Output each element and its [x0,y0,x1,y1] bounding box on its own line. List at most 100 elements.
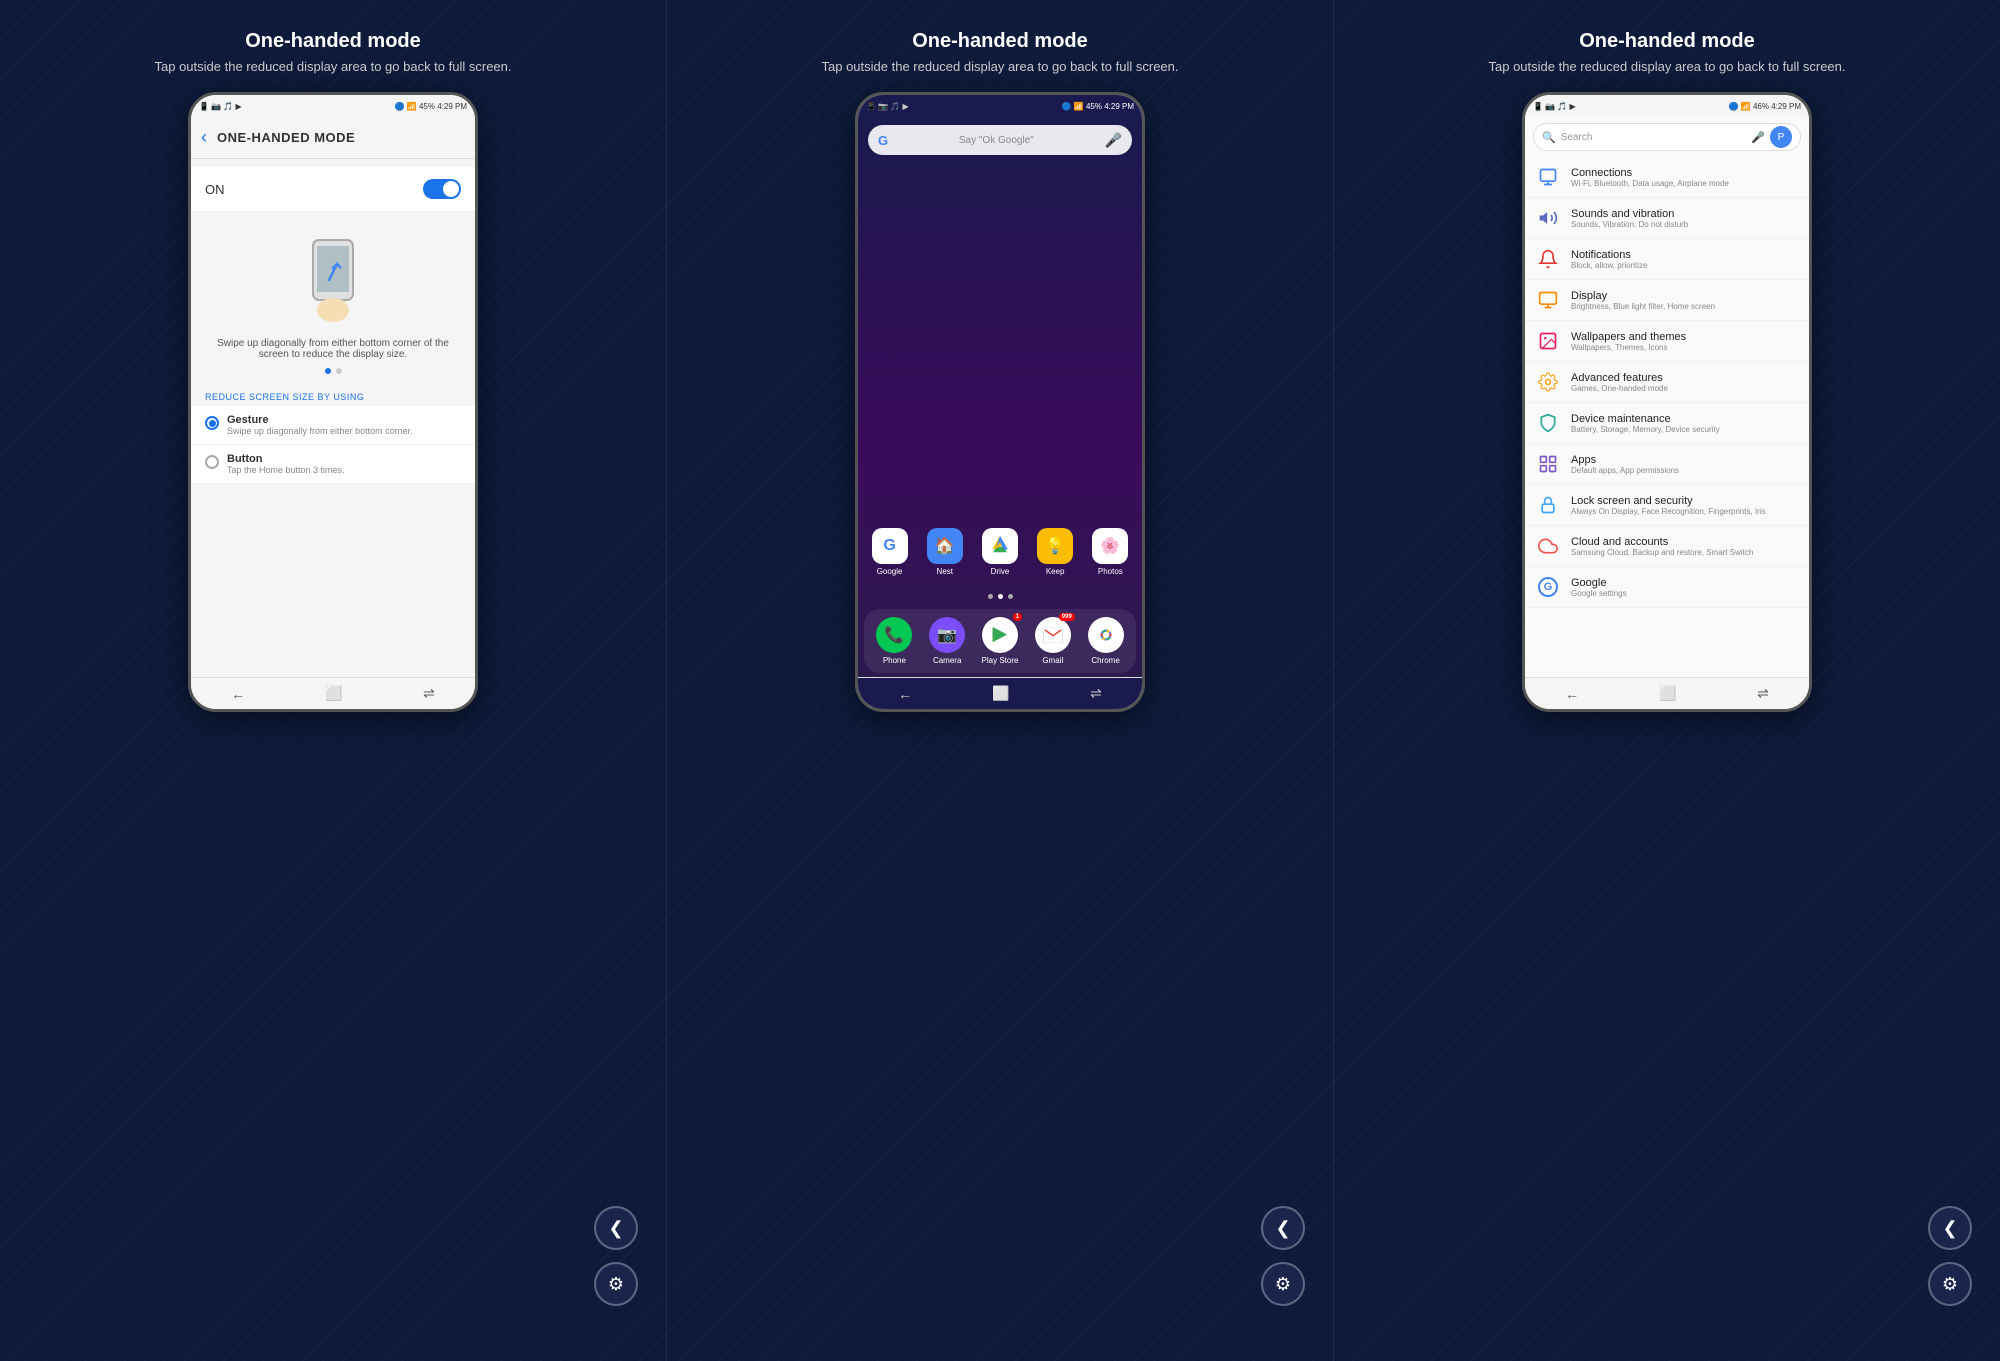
user-avatar[interactable]: P [1770,126,1792,148]
display-icon-wrap [1535,287,1561,313]
float-settings-icon-1: ⚙ [608,1274,624,1295]
gesture-radio-button[interactable] [205,416,219,430]
sounds-icon [1538,208,1558,228]
advanced-sub: Games, One-handed mode [1571,384,1799,393]
nav-bar-1: ← ⬜ ⇌ [191,677,475,709]
status-left-1: 📱 📷 🎵 ▶ [199,102,242,111]
google-settings-title: Google [1571,577,1799,589]
google-app-label: Google [877,567,903,576]
home-app-google[interactable]: G Google [866,528,914,576]
nav-home-1[interactable]: ⬜ [325,685,342,702]
settings-item-google[interactable]: G Google Google settings [1525,567,1809,608]
notifications-icon-wrap [1535,246,1561,272]
nav-recent-1[interactable]: ⇌ [423,685,435,702]
nav-recent-2[interactable]: ⇌ [1090,685,1102,702]
button-radio-item[interactable]: Button Tap the Home button 3 times. [191,445,475,484]
apps-title: Apps [1571,454,1799,466]
dock-app-playstore[interactable]: 1 Play Store [976,617,1024,665]
dock-app-camera[interactable]: 📷 Camera [923,617,971,665]
connections-icon [1538,167,1558,187]
dock-app-phone[interactable]: 📞 Phone [870,617,918,665]
settings-search-bar[interactable]: 🔍 Search 🎤 P [1533,123,1801,151]
panel-3-title: One-handed mode [1579,30,1755,53]
connections-title: Connections [1571,167,1799,179]
google-app-icon: G [872,528,908,564]
nav-home-2[interactable]: ⬜ [992,685,1009,702]
nav-back-3[interactable]: ← [1565,686,1579,702]
settings-item-display[interactable]: Display Brightness, Blue light filter, H… [1525,280,1809,321]
settings-item-lock-screen[interactable]: Lock screen and security Always On Displ… [1525,485,1809,526]
button-radio-button[interactable] [205,455,219,469]
nav-bar-3: ← ⬜ ⇌ [1525,677,1809,709]
keep-app-icon: 💡 [1037,528,1073,564]
apps-text: Apps Default apps, App permissions [1571,454,1799,475]
float-settings-2[interactable]: ⚙ [1261,1262,1305,1306]
google-search-bar[interactable]: G Say "Ok Google" 🎤 [868,125,1132,155]
back-arrow-1[interactable]: ‹ [201,127,207,148]
photos-app-icon: 🌸 [1092,528,1128,564]
home-app-keep[interactable]: 💡 Keep [1031,528,1079,576]
mic-icon[interactable]: 🎤 [1105,132,1122,149]
one-handed-toggle[interactable] [423,179,461,199]
wallpapers-text: Wallpapers and themes Wallpapers, Themes… [1571,331,1799,352]
sounds-sub: Sounds, Vibration, Do not disturb [1571,220,1799,229]
cloud-icon [1538,536,1558,556]
apps-sub: Default apps, App permissions [1571,466,1799,475]
nest-app-icon: 🏠 [927,528,963,564]
status-bar-3: 📱 📷 🎵 ▶ 🔵 📶 46% 4:29 PM [1525,95,1809,117]
panel-2-subtitle: Tap outside the reduced display area to … [822,59,1179,74]
settings-item-notifications[interactable]: Notifications Block, allow, prioritize [1525,239,1809,280]
dock-app-gmail[interactable]: 999 Gmail [1029,617,1077,665]
gmail-badge: 999 [1059,613,1075,621]
playstore-app-icon [982,617,1018,653]
apps-icon [1538,454,1558,474]
settings-item-wallpapers[interactable]: Wallpapers and themes Wallpapers, Themes… [1525,321,1809,362]
nav-recent-3[interactable]: ⇌ [1757,685,1769,702]
advanced-icon-wrap [1535,369,1561,395]
home-app-drive[interactable]: Drive [976,528,1024,576]
settings-item-device-maintenance[interactable]: Device maintenance Battery, Storage, Mem… [1525,403,1809,444]
phone-frame-1: 📱 📷 🎵 ▶ 🔵 📶 45% 4:29 PM ‹ ONE-HANDED MOD… [188,92,478,712]
gmail-app-label: Gmail [1042,656,1063,665]
google-settings-icon: G [1538,577,1558,597]
float-settings-1[interactable]: ⚙ [594,1262,638,1306]
connections-sub: Wi-Fi, Bluetooth, Data usage, Airplane m… [1571,179,1799,188]
p1-on-row: ON [191,167,475,212]
nav-back-1[interactable]: ← [231,686,245,702]
display-sub: Brightness, Blue light filter, Home scre… [1571,302,1799,311]
settings-item-cloud[interactable]: Cloud and accounts Samsung Cloud, Backup… [1525,526,1809,567]
sounds-text: Sounds and vibration Sounds, Vibration, … [1571,208,1799,229]
float-settings-3[interactable]: ⚙ [1928,1262,1972,1306]
float-back-1[interactable]: ❮ [594,1206,638,1250]
chrome-app-icon [1088,617,1124,653]
camera-icon: 📷 [937,625,957,645]
settings-mic-icon[interactable]: 🎤 [1751,131,1765,144]
button-sublabel: Tap the Home button 3 times. [227,465,345,475]
p1-header: ‹ ONE-HANDED MODE [191,117,475,159]
search-placeholder-text: Search [1561,132,1747,143]
home-app-photos[interactable]: 🌸 Photos [1086,528,1134,576]
keep-icon: 💡 [1045,536,1065,556]
google-icon-letter: G [883,537,895,555]
time-1: 🔵 📶 45% 4:29 PM [395,102,467,111]
float-back-3[interactable]: ❮ [1928,1206,1972,1250]
playstore-badge: 1 [1013,613,1022,621]
sounds-icon-wrap [1535,205,1561,231]
float-back-2[interactable]: ❮ [1261,1206,1305,1250]
gesture-radio-item[interactable]: Gesture Swipe up diagonally from either … [191,406,475,445]
lock-screen-icon [1538,495,1558,515]
lock-screen-icon-wrap [1535,492,1561,518]
wallpapers-icon [1538,331,1558,351]
nav-home-3[interactable]: ⬜ [1659,685,1676,702]
nav-back-2[interactable]: ← [898,686,912,702]
panel-1-title: One-handed mode [245,30,421,53]
panel-3-subtitle: Tap outside the reduced display area to … [1489,59,1846,74]
app-dock: 📞 Phone 📷 Camera [864,609,1136,673]
home-app-nest[interactable]: 🏠 Nest [921,528,969,576]
settings-item-sounds[interactable]: Sounds and vibration Sounds, Vibration, … [1525,198,1809,239]
dock-app-chrome[interactable]: Chrome [1082,617,1130,665]
lock-screen-sub: Always On Display, Face Recognition, Fin… [1571,507,1799,516]
settings-item-connections[interactable]: Connections Wi-Fi, Bluetooth, Data usage… [1525,157,1809,198]
settings-item-advanced[interactable]: Advanced features Games, One-handed mode [1525,362,1809,403]
settings-item-apps[interactable]: Apps Default apps, App permissions [1525,444,1809,485]
